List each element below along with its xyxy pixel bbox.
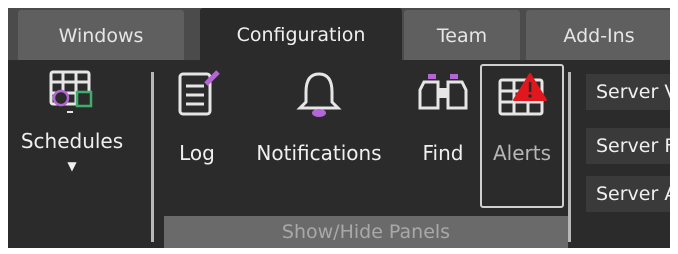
server-item[interactable]: Server A [586, 176, 670, 212]
server-item[interactable]: Server V [586, 74, 670, 110]
tab-label: Configuration [236, 24, 366, 46]
find-label: Find [422, 141, 464, 165]
find-button[interactable]: Find [412, 68, 474, 165]
tab-windows[interactable]: Windows [18, 10, 184, 62]
chevron-down-icon[interactable]: ▼ [67, 159, 76, 173]
schedules-label: Schedules [20, 129, 124, 153]
alerts-label: Alerts [492, 141, 552, 165]
tab-label: Windows [58, 25, 144, 47]
server-item-label: Server V [596, 81, 670, 103]
ribbon-separator [151, 72, 154, 242]
tab-team[interactable]: Team [404, 10, 520, 62]
server-item-label: Server A [596, 183, 670, 205]
alerts-grid-icon [494, 70, 550, 129]
log-icon [172, 68, 222, 127]
alerts-button[interactable]: Alerts [480, 64, 564, 208]
ribbon-panel: Schedules ▼ Log Notifications Find Alert… [8, 60, 670, 248]
notifications-label: Notifications [256, 141, 382, 165]
panel-group-label: Show/Hide Panels [164, 216, 568, 248]
log-label: Log [179, 141, 215, 165]
ribbon-separator [568, 72, 571, 242]
notifications-button[interactable]: Notifications [244, 68, 394, 165]
tab-configuration[interactable]: Configuration [200, 8, 402, 62]
tab-bar: Windows Configuration Team Add-Ins [8, 8, 670, 62]
log-button[interactable]: Log [168, 68, 226, 165]
tab-label: Add-Ins [563, 25, 635, 47]
server-item[interactable]: Server F [586, 128, 670, 164]
ribbon-window: Windows Configuration Team Add-Ins Sched… [8, 8, 670, 248]
panel-group-label-text: Show/Hide Panels [281, 221, 451, 243]
schedules-button[interactable]: Schedules ▼ [12, 68, 132, 173]
bell-icon [294, 68, 344, 127]
schedules-group-footer [8, 216, 148, 248]
schedules-icon [47, 68, 97, 123]
binoculars-icon [416, 68, 470, 127]
tab-add-ins[interactable]: Add-Ins [526, 10, 670, 62]
server-item-label: Server F [596, 135, 670, 157]
tab-label: Team [436, 25, 488, 47]
